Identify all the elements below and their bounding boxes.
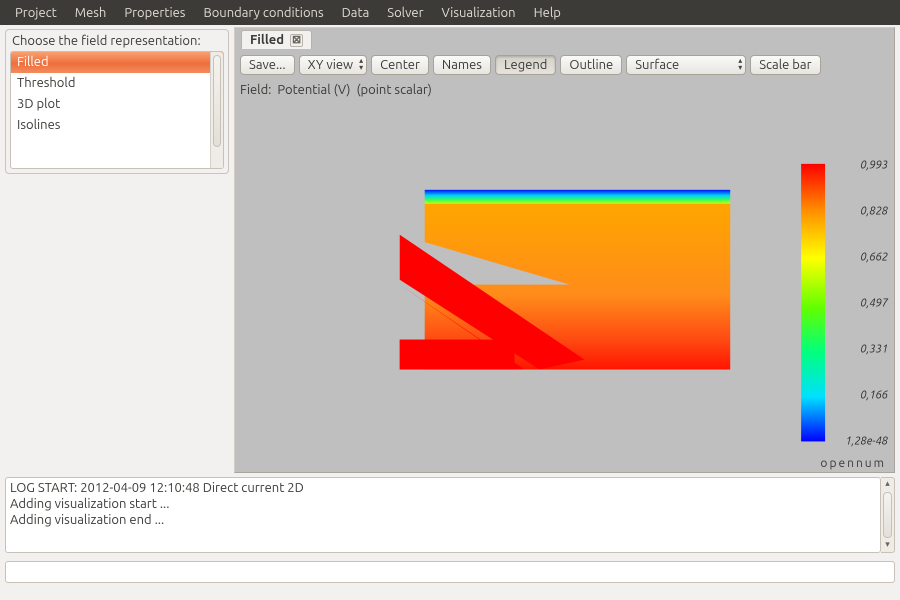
tab-close-icon[interactable]: ⊠ (290, 34, 303, 47)
surface-select[interactable]: Surface ▴▾ (626, 55, 746, 75)
scalebar-button[interactable]: Scale bar (750, 55, 820, 75)
list-item-filled[interactable]: Filled (11, 52, 223, 73)
view-area: Filled ⊠ Save... XY view ▴▾ Center Names… (234, 25, 900, 473)
branding-label: opennum (820, 457, 886, 470)
center-button[interactable]: Center (371, 55, 429, 75)
log-scrollbar[interactable]: ▴ ▾ (881, 477, 895, 553)
log-panel: LOG START: 2012-04-09 12:10:48 Direct cu… (0, 473, 900, 553)
tab-label: Filled (250, 33, 284, 47)
list-scrollbar[interactable] (210, 52, 223, 168)
xyview-button[interactable]: XY view ▴▾ (299, 55, 368, 75)
menu-mesh[interactable]: Mesh (66, 3, 116, 23)
list-item-threshold[interactable]: Threshold (11, 73, 223, 94)
save-button[interactable]: Save... (240, 55, 295, 75)
list-item-isolines[interactable]: Isolines (11, 115, 223, 136)
log-text[interactable]: LOG START: 2012-04-09 12:10:48 Direct cu… (5, 477, 881, 553)
menu-solver[interactable]: Solver (378, 3, 432, 23)
menubar: Project Mesh Properties Boundary conditi… (0, 0, 900, 25)
names-button[interactable]: Names (433, 55, 491, 75)
scroll-down-icon[interactable]: ▾ (881, 539, 894, 552)
xyview-spin-icon[interactable]: ▴▾ (359, 58, 363, 72)
menu-visualization[interactable]: Visualization (433, 3, 525, 23)
viz-svg (235, 80, 894, 471)
menu-help[interactable]: Help (525, 3, 570, 23)
menu-project[interactable]: Project (6, 3, 66, 23)
command-input[interactable] (5, 561, 895, 583)
field-representation-list[interactable]: Filled Threshold 3D plot Isolines (10, 51, 224, 169)
outline-button[interactable]: Outline (560, 55, 622, 75)
menu-properties[interactable]: Properties (115, 3, 194, 23)
colorbar (801, 164, 825, 442)
menu-boundary-conditions[interactable]: Boundary conditions (194, 3, 332, 23)
side-panel-title: Choose the field representation: (10, 34, 224, 48)
tabbar: Filled ⊠ (234, 27, 895, 49)
tab-filled[interactable]: Filled ⊠ (241, 30, 312, 49)
side-panel: Choose the field representation: Filled … (0, 25, 234, 473)
menu-data[interactable]: Data (333, 3, 379, 23)
surface-spin-icon[interactable]: ▴▾ (738, 58, 742, 72)
visualization-canvas[interactable]: Field: Potential (V) (point scalar) (234, 80, 895, 473)
list-item-3dplot[interactable]: 3D plot (11, 94, 223, 115)
viz-toolbar: Save... XY view ▴▾ Center Names Legend O… (234, 49, 895, 80)
legend-button[interactable]: Legend (495, 55, 556, 75)
scroll-up-icon[interactable]: ▴ (881, 478, 894, 491)
